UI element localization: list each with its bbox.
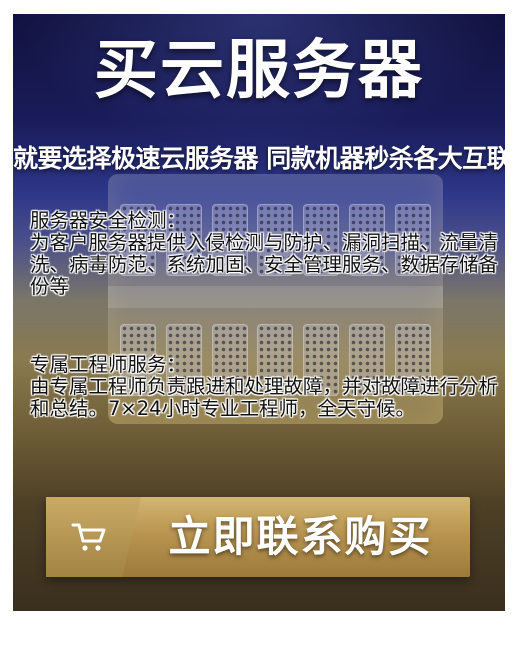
engineer-section: 专属工程师服务： 由专属工程师负责跟进和处理故障，并对故障进行分析和总结。7×2… bbox=[30, 354, 500, 420]
cart-icon-container bbox=[46, 497, 141, 577]
contact-purchase-button[interactable]: 立即联系购买 bbox=[46, 497, 470, 577]
promo-poster: 买云服务器 就要选择极速云服务器 同款机器秒杀各大互联 服务器安全检测： 为客户… bbox=[13, 14, 505, 611]
engineer-description: 由专属工程师负责跟进和处理故障，并对故障进行分析和总结。7×24小时专业工程师，… bbox=[30, 375, 499, 420]
security-section: 服务器安全检测： 为客户服务器提供入侵检测与防护、漏洞扫描、流量清洗、病毒防范、… bbox=[30, 210, 500, 298]
security-heading: 服务器安全检测： bbox=[30, 209, 187, 232]
engineer-heading: 专属工程师服务： bbox=[30, 353, 187, 376]
shopping-cart-icon bbox=[71, 523, 106, 551]
contact-purchase-label: 立即联系购买 bbox=[168, 512, 433, 561]
poster-title: 买云服务器 bbox=[94, 34, 424, 108]
security-description: 为客户服务器提供入侵检测与防护、漏洞扫描、流量清洗、病毒防范、系统加固、安全管理… bbox=[30, 231, 499, 298]
poster-subtitle: 就要选择极速云服务器 同款机器秒杀各大互联 bbox=[13, 144, 505, 173]
